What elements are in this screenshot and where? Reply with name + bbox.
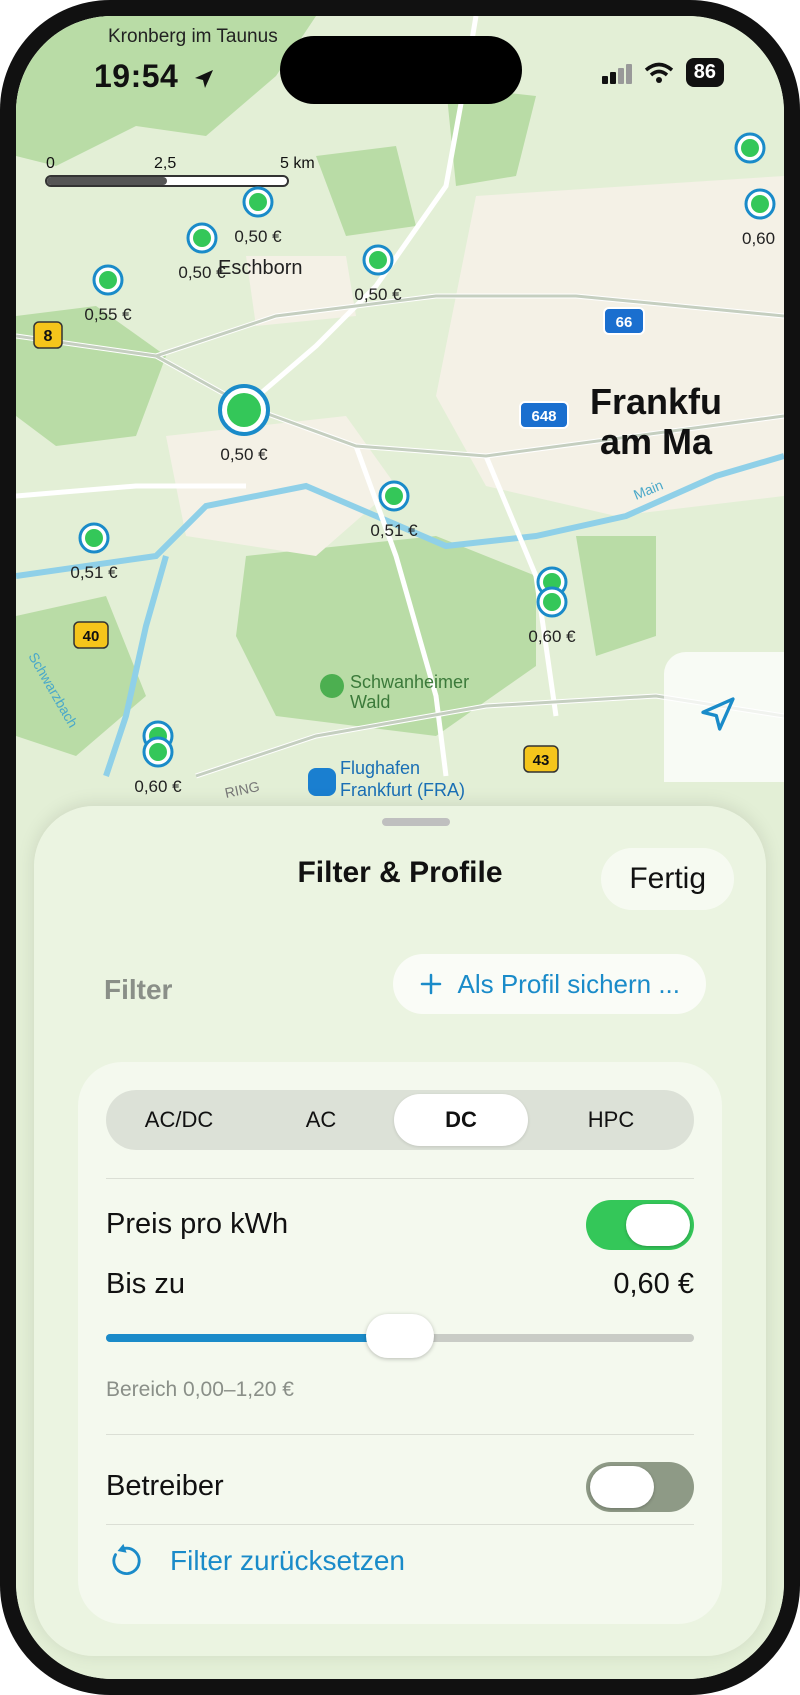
- price-range-note: Bereich 0,00–1,20 €: [106, 1378, 294, 1401]
- place-schwanheimer-1: Schwanheimer: [350, 672, 469, 692]
- scale-label-end: 5 km: [280, 155, 315, 172]
- max-price-value: 0,60 €: [613, 1268, 694, 1300]
- max-price-label: Bis zu: [106, 1268, 185, 1300]
- save-profile-label: Als Profil sichern ...: [457, 968, 680, 999]
- price-per-kwh-toggle[interactable]: [586, 1200, 694, 1250]
- location-arrow-icon: [194, 69, 213, 88]
- reset-filter-label: Filter zurücksetzen: [170, 1545, 405, 1576]
- reset-arrow-icon: [112, 1543, 141, 1575]
- status-time-text: 19:54: [94, 58, 179, 94]
- price-slider[interactable]: [106, 1314, 694, 1358]
- operator-toggle[interactable]: [586, 1462, 694, 1512]
- filter-sheet: Filter & Profile Fertig Filter Als Profi…: [34, 806, 766, 1656]
- screen: 0 2,5 5 km Kronberg im Taunus Eschborn F…: [16, 16, 784, 1679]
- toggle-knob: [590, 1466, 654, 1508]
- wifi-icon: [644, 62, 673, 83]
- filter-section-label: Filter: [104, 974, 173, 1005]
- scale-label-mid: 2,5: [154, 155, 176, 172]
- place-eschborn: Eschborn: [218, 257, 303, 279]
- price-label: 0,50 €: [234, 227, 282, 246]
- shield-a40: 40: [73, 621, 109, 649]
- price-label: 0,50 €: [220, 445, 268, 464]
- shield-a8: 8: [33, 321, 63, 349]
- airport-icon: [308, 768, 336, 796]
- filter-card: AC/DC AC DC HPC Preis pro kWh Bis zu 0,6…: [78, 1062, 722, 1624]
- plus-icon: [421, 973, 442, 995]
- price-label: 0,60: [742, 229, 775, 248]
- price-slider-thumb[interactable]: [366, 1314, 434, 1358]
- price-label: 0,60 €: [134, 777, 182, 796]
- price-label: 0,50 €: [354, 285, 402, 304]
- place-airport-1: Flughafen: [340, 758, 420, 778]
- shield-a8-label: 8: [44, 328, 53, 345]
- divider: [106, 1524, 694, 1525]
- save-profile-button[interactable]: Als Profil sichern ...: [393, 954, 706, 1014]
- price-per-kwh-label: Preis pro kWh: [106, 1208, 289, 1240]
- divider: [106, 1178, 694, 1179]
- charger-pin-selected[interactable]: 0,50 €: [218, 384, 270, 464]
- place-airport-2: Frankfurt (FRA): [340, 780, 465, 800]
- park-icon: [320, 674, 344, 698]
- operator-label: Betreiber: [106, 1470, 224, 1502]
- battery-indicator: 86: [685, 58, 724, 87]
- divider: [106, 1434, 694, 1435]
- map-controls: [664, 652, 784, 782]
- price-label: 0,51 €: [370, 521, 418, 540]
- status-indicators: 86: [601, 58, 724, 87]
- shield-a40-label: 40: [83, 628, 100, 645]
- signal-icon: [601, 63, 632, 84]
- dynamic-island: [280, 36, 522, 104]
- price-label: 0,60 €: [528, 627, 576, 646]
- segment-dc[interactable]: DC: [394, 1094, 528, 1146]
- done-button[interactable]: Fertig: [601, 848, 734, 910]
- scale-label-0: 0: [46, 155, 55, 172]
- segment-hpc[interactable]: HPC: [532, 1094, 690, 1146]
- shield-b648: 648: [519, 401, 569, 429]
- segment-ac-dc[interactable]: AC/DC: [110, 1094, 248, 1146]
- locate-me-icon[interactable]: [698, 694, 738, 734]
- place-kronberg: Kronberg im Taunus: [108, 26, 278, 47]
- shield-b648-label: 648: [531, 408, 556, 425]
- connector-segmented-control: AC/DC AC DC HPC: [106, 1090, 694, 1150]
- segment-ac[interactable]: AC: [252, 1094, 390, 1146]
- shield-a43-label: 43: [533, 752, 550, 769]
- place-frankfurt-1: Frankfu: [590, 381, 722, 422]
- phone-frame: 0 2,5 5 km Kronberg im Taunus Eschborn F…: [0, 0, 800, 1695]
- place-frankfurt-2: am Ma: [600, 421, 713, 462]
- sheet-grabber[interactable]: [382, 818, 450, 826]
- shield-a66-label: 66: [616, 314, 633, 331]
- reset-filter-button[interactable]: Filter zurücksetzen: [106, 1542, 405, 1580]
- scale-bar-fill: [47, 177, 167, 185]
- toggle-knob: [626, 1204, 690, 1246]
- price-slider-fill: [106, 1334, 400, 1342]
- price-label: 0,50 €: [178, 263, 226, 282]
- price-label: 0,55 €: [84, 305, 132, 324]
- price-label: 0,51 €: [70, 563, 118, 582]
- status-time: 19:54: [94, 58, 216, 95]
- place-schwanheimer-2: Wald: [350, 692, 390, 712]
- shield-a66: 66: [603, 307, 645, 335]
- shield-a43: 43: [523, 745, 559, 773]
